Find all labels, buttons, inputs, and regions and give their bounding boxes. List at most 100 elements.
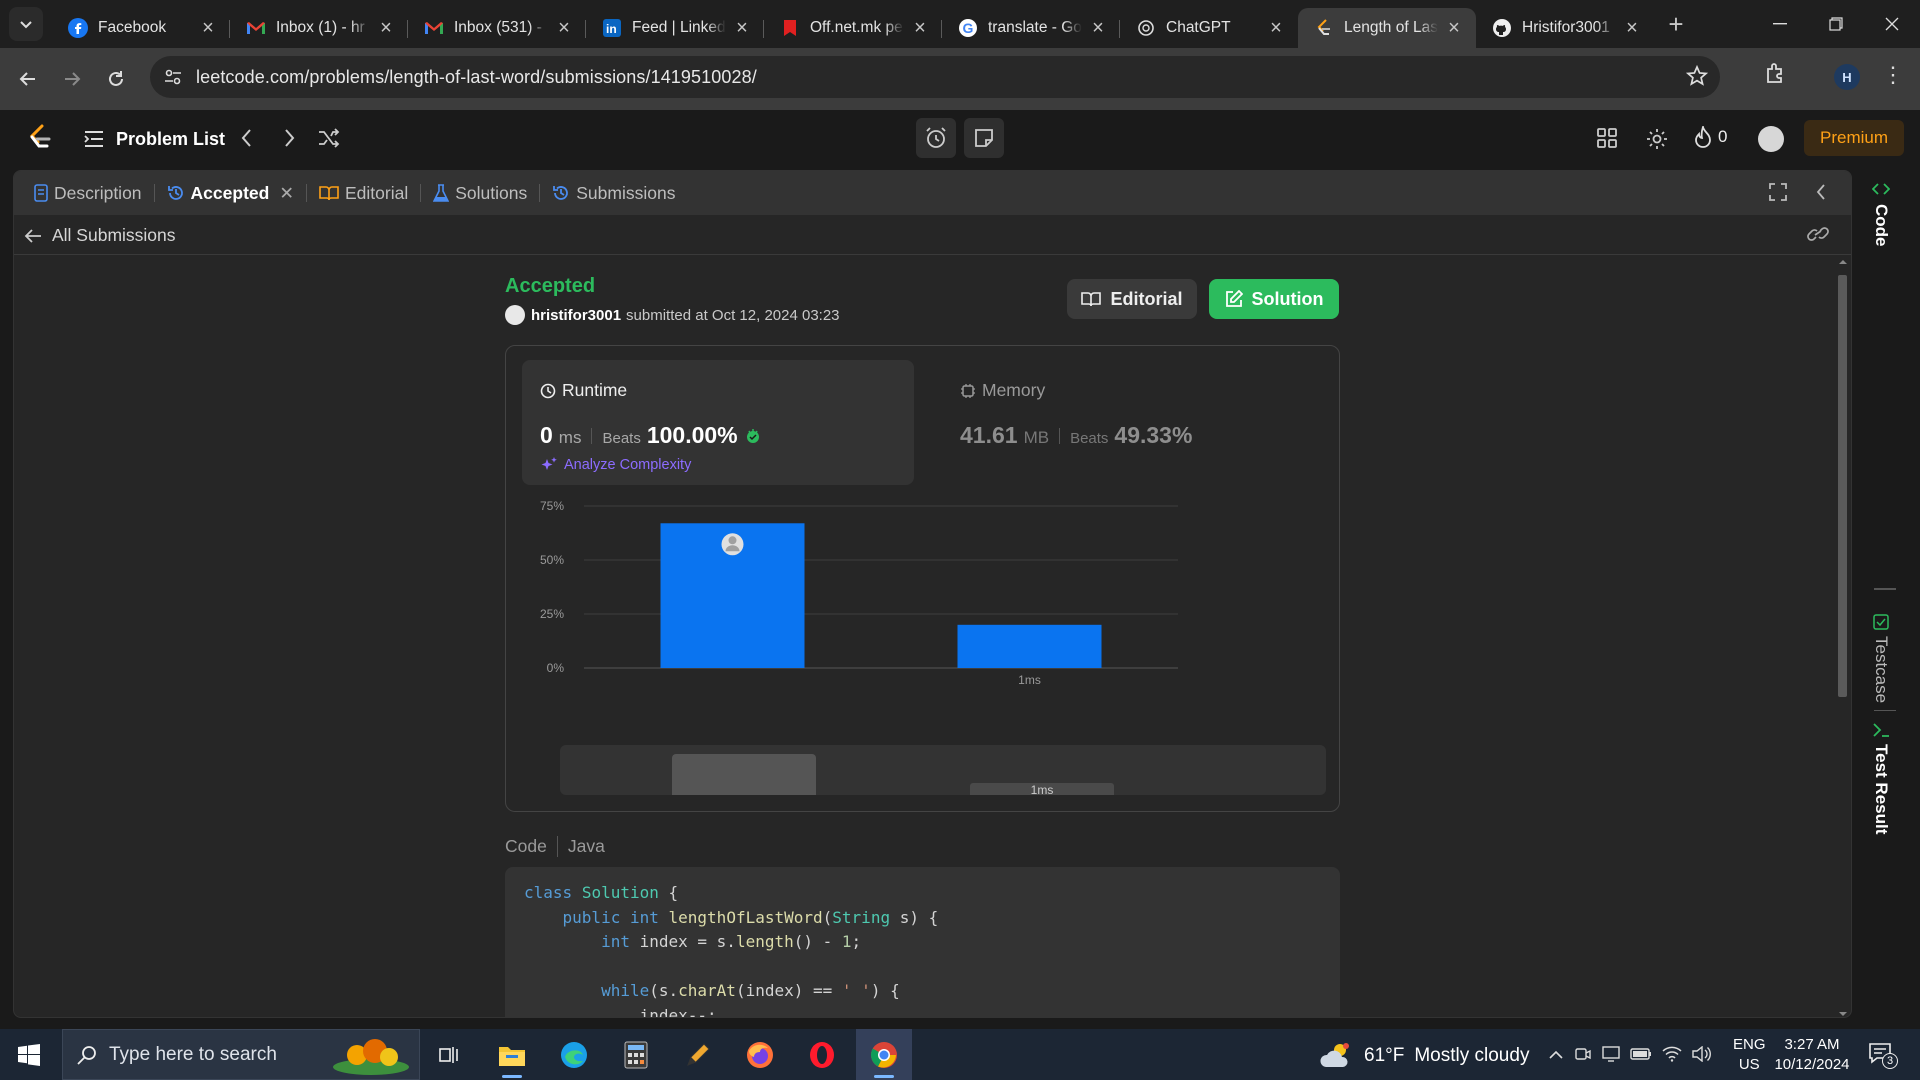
restore-button[interactable] (1808, 0, 1864, 48)
taskbar-clock[interactable]: 3:27 AM 10/12/2024 (1770, 1035, 1854, 1075)
scroll-down-icon[interactable] (1834, 1009, 1852, 1018)
close-window-button[interactable] (1864, 0, 1920, 48)
weather-widget[interactable]: 61°F Mostly cloudy (1320, 1041, 1529, 1071)
close-icon[interactable]: × (554, 17, 574, 39)
username[interactable]: hristifor3001 (531, 307, 621, 324)
profile-avatar[interactable]: H (1834, 64, 1860, 90)
collapse-chevron-icon[interactable] (1815, 183, 1827, 201)
analyze-complexity-link[interactable]: Analyze Complexity (540, 456, 691, 474)
code-block[interactable]: class Solution { public int lengthOfLast… (505, 867, 1340, 1017)
solution-button[interactable]: Solution (1209, 279, 1339, 319)
edge-app[interactable] (546, 1029, 602, 1080)
notes-button[interactable] (964, 118, 1004, 158)
browser-menu-icon[interactable]: ⋮ (1882, 62, 1904, 88)
bookmark-star-icon[interactable] (1686, 65, 1708, 87)
pen-app[interactable] (670, 1029, 726, 1080)
notification-badge: 3 (1882, 1053, 1898, 1069)
minimize-button[interactable] (1752, 0, 1808, 48)
tab-title: ChatGPT (1166, 19, 1231, 36)
battery-icon[interactable] (1630, 1047, 1652, 1061)
browser-tab[interactable]: Off.net.mk pe × (764, 8, 942, 48)
runtime-card[interactable]: Runtime 0 ms Beats 100.00% Analyze Compl… (522, 360, 914, 485)
browser-tab[interactable]: Facebook × (52, 8, 230, 48)
notification-center[interactable]: 3 (1868, 1041, 1898, 1069)
back-button[interactable] (10, 61, 46, 97)
calculator-app[interactable] (608, 1029, 664, 1080)
runtime-beats-value: 100.00% (646, 422, 738, 448)
next-problem-icon[interactable] (282, 128, 296, 148)
tab-search-button[interactable] (9, 7, 43, 41)
volume-icon[interactable] (1692, 1046, 1712, 1062)
close-icon[interactable]: × (910, 17, 930, 39)
settings-gear-icon[interactable] (1646, 128, 1668, 150)
task-view-button[interactable] (422, 1029, 478, 1080)
display-icon[interactable] (1602, 1045, 1620, 1063)
close-icon[interactable]: × (198, 17, 218, 39)
fullscreen-icon[interactable] (1769, 183, 1787, 201)
timer-button[interactable] (916, 118, 956, 158)
show-hidden-icons-icon[interactable] (1548, 1048, 1564, 1060)
scrubber-handle[interactable] (672, 754, 816, 795)
tab-editorial[interactable]: Editorial (313, 171, 414, 215)
memory-card[interactable]: Memory 41.61 MB Beats 49.33% (942, 360, 1322, 485)
leetcode-logo-icon[interactable] (28, 124, 52, 152)
chart-range-scrubber[interactable]: 1ms (560, 745, 1326, 795)
opera-app[interactable] (794, 1029, 850, 1080)
browser-tab[interactable]: G translate - Go × (942, 8, 1120, 48)
reload-button[interactable] (98, 61, 134, 97)
shuffle-icon[interactable] (318, 128, 340, 148)
chart-bar[interactable] (957, 624, 1102, 668)
browser-tab[interactable]: in Feed | Linked × (586, 8, 764, 48)
browser-tab[interactable]: Inbox (531) - × (408, 8, 586, 48)
user-avatar[interactable] (1758, 126, 1784, 152)
new-tab-button[interactable]: + (1658, 6, 1694, 42)
meet-now-icon[interactable] (1574, 1045, 1592, 1063)
problem-list-button[interactable]: Problem List (84, 124, 225, 154)
tab-solutions[interactable]: Solutions (427, 171, 533, 215)
premium-button[interactable]: Premium (1804, 120, 1904, 156)
close-icon[interactable]: × (1622, 17, 1642, 39)
start-button[interactable] (0, 1029, 58, 1080)
prev-problem-icon[interactable] (240, 128, 254, 148)
rail-code-tab[interactable]: Code (1871, 180, 1891, 247)
memory-beats-value: 49.33% (1114, 422, 1193, 448)
url-text[interactable]: leetcode.com/problems/length-of-last-wor… (196, 67, 757, 88)
layout-icon[interactable] (1597, 128, 1617, 148)
file-explorer-app[interactable] (484, 1029, 540, 1080)
browser-tab[interactable]: Hristifor3001 × (1476, 8, 1654, 48)
share-link-icon[interactable] (1807, 225, 1829, 243)
firefox-app[interactable] (732, 1029, 788, 1080)
extensions-icon[interactable] (1764, 61, 1788, 85)
site-info-icon[interactable] (164, 68, 182, 86)
runtime-distribution-chart[interactable]: 0% 25% 50% 75% 1ms (520, 490, 1325, 740)
chrome-app[interactable] (856, 1029, 912, 1080)
close-icon[interactable]: × (376, 17, 396, 39)
browser-tab[interactable]: Inbox (1) - hr × (230, 8, 408, 48)
browser-tab[interactable]: ChatGPT × (1120, 8, 1298, 48)
tab-description[interactable]: Description (28, 171, 148, 215)
close-icon[interactable]: × (732, 17, 752, 39)
scrollbar-thumb[interactable] (1838, 275, 1847, 697)
editorial-button[interactable]: Editorial (1067, 279, 1197, 319)
facebook-icon (68, 18, 88, 38)
browser-tab-active[interactable]: Length of Las × (1298, 8, 1476, 48)
close-icon[interactable]: × (1444, 17, 1464, 39)
close-icon[interactable]: × (1266, 17, 1286, 39)
scroll-up-icon[interactable] (1834, 257, 1852, 267)
input-language[interactable]: ENG US (1733, 1035, 1766, 1075)
streak-counter[interactable]: 0 (1694, 126, 1727, 148)
vertical-scrollbar[interactable] (1834, 257, 1852, 1018)
flask-icon (433, 184, 450, 202)
taskbar-search-box[interactable]: Type here to search (62, 1029, 420, 1080)
rail-test-result-tab[interactable]: Test Result (1871, 722, 1891, 834)
address-bar[interactable]: leetcode.com/problems/length-of-last-wor… (150, 56, 1720, 98)
tab-submissions[interactable]: Submissions (546, 171, 681, 215)
forward-button[interactable] (54, 61, 90, 97)
rail-testcase-tab[interactable]: Testcase (1871, 614, 1891, 703)
tab-divider (420, 184, 422, 202)
close-icon[interactable]: × (1088, 17, 1108, 39)
wifi-icon[interactable] (1662, 1046, 1682, 1062)
all-submissions-link[interactable]: All Submissions (24, 225, 176, 246)
tab-accepted[interactable]: Accepted ✕ (161, 171, 300, 215)
close-icon[interactable]: ✕ (279, 183, 294, 204)
